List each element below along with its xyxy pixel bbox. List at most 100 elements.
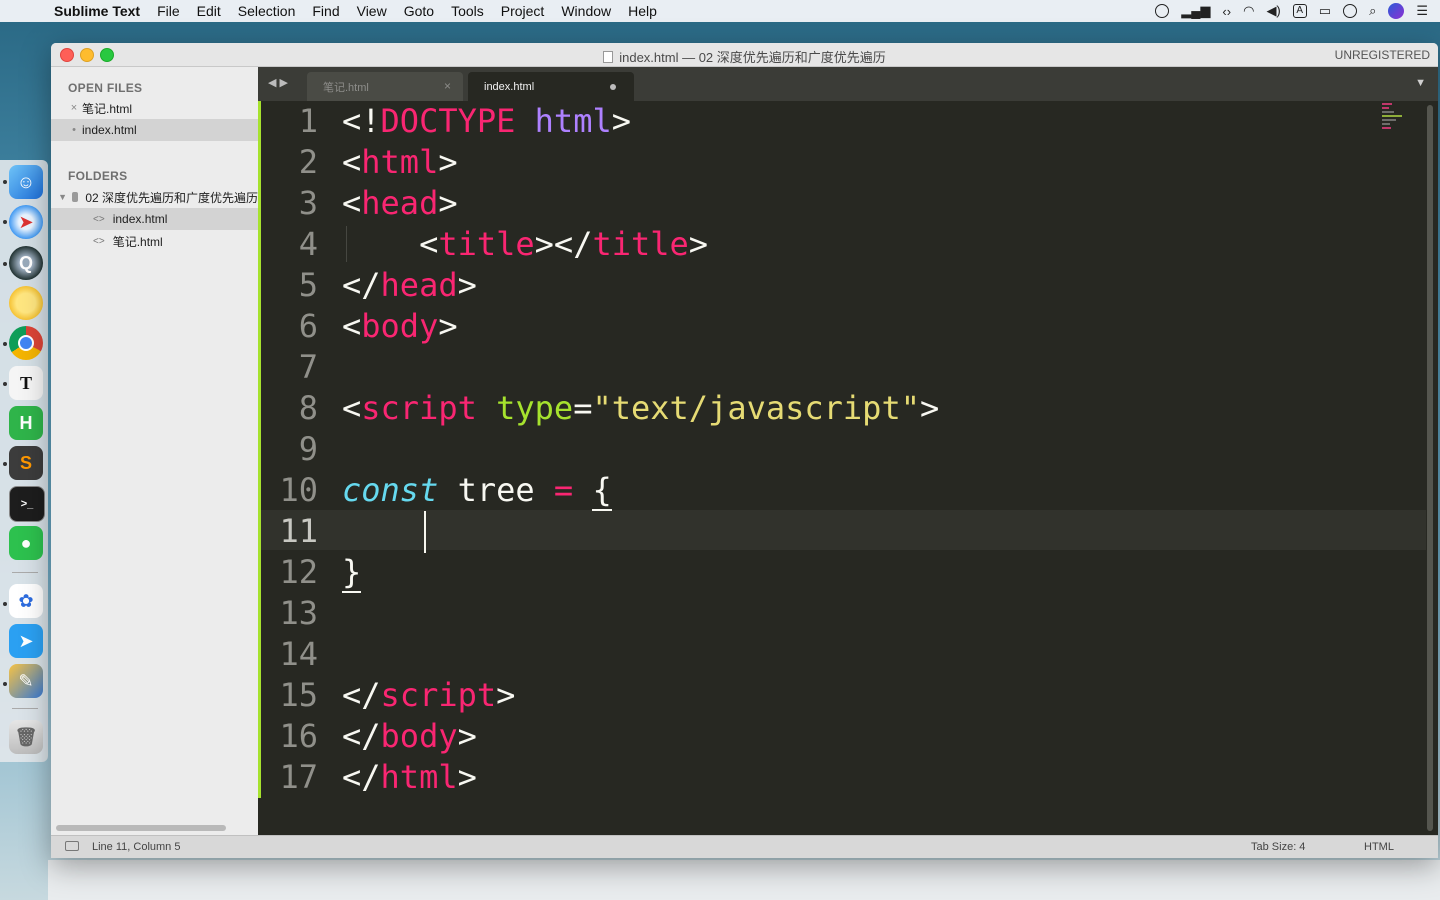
code-line-16: </body> [342,717,477,755]
chrome-icon[interactable] [9,326,43,360]
line-number[interactable]: 6 [261,306,318,347]
menu-app-name[interactable]: Sublime Text [54,3,140,19]
dock: ☺ ➤ Q T H S >_ ● ✿ ➤ ✎ 🗑 [0,160,48,762]
tab-index[interactable]: index.html [468,72,634,101]
menu-selection[interactable]: Selection [238,3,296,19]
trash-icon[interactable]: 🗑 [9,720,43,754]
sidebar: OPEN FILES × 笔记.html • index.html FOLDER… [51,67,258,835]
input-source-icon[interactable]: A [1292,4,1307,18]
menu-edit[interactable]: Edit [197,3,221,19]
line-number[interactable]: 4 [261,224,318,265]
line-number[interactable]: 9 [261,429,318,470]
line-number[interactable]: 5 [261,265,318,306]
clock-icon[interactable] [1343,4,1358,18]
terminal-icon[interactable]: >_ [9,486,45,522]
menu-tools[interactable]: Tools [451,3,484,19]
open-file-label: index.html [82,123,137,137]
line-number[interactable]: 10 [261,470,318,511]
menu-window[interactable]: Window [561,3,611,19]
signal-bars-icon[interactable]: ▂▄▆ [1181,3,1210,19]
line-number[interactable]: 16 [261,716,318,757]
notes-app-icon[interactable] [9,286,43,320]
menu-find[interactable]: Find [312,3,339,19]
finder-icon[interactable]: ☺ [9,165,43,199]
code-file-icon: <> [93,235,105,247]
menu-bar: Sublime Text File Edit Selection Find Vi… [0,0,1440,22]
wechat-icon[interactable]: ● [9,526,43,560]
menu-help[interactable]: Help [628,3,657,19]
panel-toggle-icon[interactable] [65,841,79,851]
notification-center-icon[interactable]: ☰ [1416,3,1428,19]
sublime-window: index.html — 02 深度优先遍历和广度优先遍历 UNREGISTER… [51,43,1438,858]
code-line-1: <!DOCTYPE html> [342,102,631,140]
sidebar-scrollbar[interactable] [56,825,226,831]
editor-scrollbar[interactable] [1427,105,1433,831]
open-file-notes[interactable]: × 笔记.html [51,97,258,119]
hbuilder-icon[interactable]: H [9,406,43,440]
title-bar[interactable]: index.html — 02 深度优先遍历和广度优先遍历 UNREGISTER… [51,43,1438,67]
document-icon [603,51,614,63]
folder-row[interactable]: ▼ 02 深度优先遍历和广度优先遍历 [51,186,258,208]
line-number[interactable]: 13 [261,593,318,634]
unsaved-dot-icon[interactable] [610,84,616,90]
spotlight-search-icon[interactable]: ⌕ [1369,3,1376,19]
tab-close-icon[interactable]: × [444,79,451,93]
code-line-8: <script type="text/javascript"> [342,389,940,427]
line-number[interactable]: 7 [261,347,318,388]
safari-icon[interactable]: ➤ [9,205,43,239]
menu-goto[interactable]: Goto [404,3,434,19]
feishu-icon[interactable]: ➤ [9,624,43,658]
dock-separator [12,572,38,573]
close-file-icon[interactable]: × [68,102,80,114]
menu-file[interactable]: File [157,3,180,19]
running-indicator [3,462,7,466]
tab-label: index.html [484,80,535,93]
quicktime-icon[interactable]: Q [9,246,43,280]
folder-file-index[interactable]: <> index.html [51,208,258,230]
baidu-netdisk-icon[interactable]: ✿ [9,584,43,618]
code-brackets-icon[interactable]: ‹› [1222,4,1231,19]
desktop-bottom-area [48,860,1440,900]
siri-icon[interactable] [1388,3,1405,19]
code-line-10: const tree = { [342,471,612,511]
sublime-text-icon[interactable]: S [9,446,43,480]
line-number[interactable]: 12 [261,552,318,593]
record-icon[interactable] [1155,4,1170,18]
tab-size-selector[interactable]: Tab Size: 4 [1251,841,1305,853]
volume-icon[interactable]: ◀) [1266,3,1280,19]
code-editor[interactable]: 1 2 3 4 5 6 7 8 9 10 11 12 13 14 15 16 17 <!DOCTYPE html… [258,101,1438,835]
line-number[interactable]: 8 [261,388,318,429]
tab-nav-arrows-icon[interactable]: ◀▶ [268,76,291,89]
folders-heading: FOLDERS [68,169,128,183]
tab-notes[interactable]: 笔记.html × [307,72,463,101]
folder-file-notes[interactable]: <> 笔记.html [51,230,258,252]
window-title-text: index.html — 02 深度优先遍历和广度优先遍历 [619,50,886,65]
line-number[interactable]: 2 [261,142,318,183]
minimap[interactable] [1382,103,1416,139]
line-number[interactable]: 14 [261,634,318,675]
preview-app-icon[interactable]: ✎ [9,664,43,698]
code-line-15: </script> [342,676,516,714]
unsaved-dot-icon: • [72,124,76,136]
code-line-5: </head> [342,266,477,304]
syntax-selector[interactable]: HTML [1364,841,1394,853]
code-line-6: <body> [342,307,458,345]
running-indicator [3,602,7,606]
menu-view[interactable]: View [357,3,387,19]
tab-bar: ◀▶ 笔记.html × index.html ▼ [258,67,1438,101]
disclosure-triangle-icon[interactable]: ▼ [58,192,67,202]
tab-overflow-dropdown-icon[interactable]: ▼ [1415,77,1426,89]
current-line-highlight [261,510,1426,550]
line-number[interactable]: 3 [261,183,318,224]
running-indicator [3,220,7,224]
line-number[interactable]: 1 [261,101,318,142]
line-number[interactable]: 17 [261,757,318,798]
menu-project[interactable]: Project [501,3,545,19]
typora-icon[interactable]: T [9,366,43,400]
line-number[interactable]: 11 [261,511,318,552]
wifi-icon[interactable]: ◠ [1243,3,1254,19]
line-number[interactable]: 15 [261,675,318,716]
open-file-index[interactable]: • index.html [51,119,258,141]
code-line-12: } [342,553,362,593]
battery-icon[interactable]: ▭ [1319,3,1331,19]
